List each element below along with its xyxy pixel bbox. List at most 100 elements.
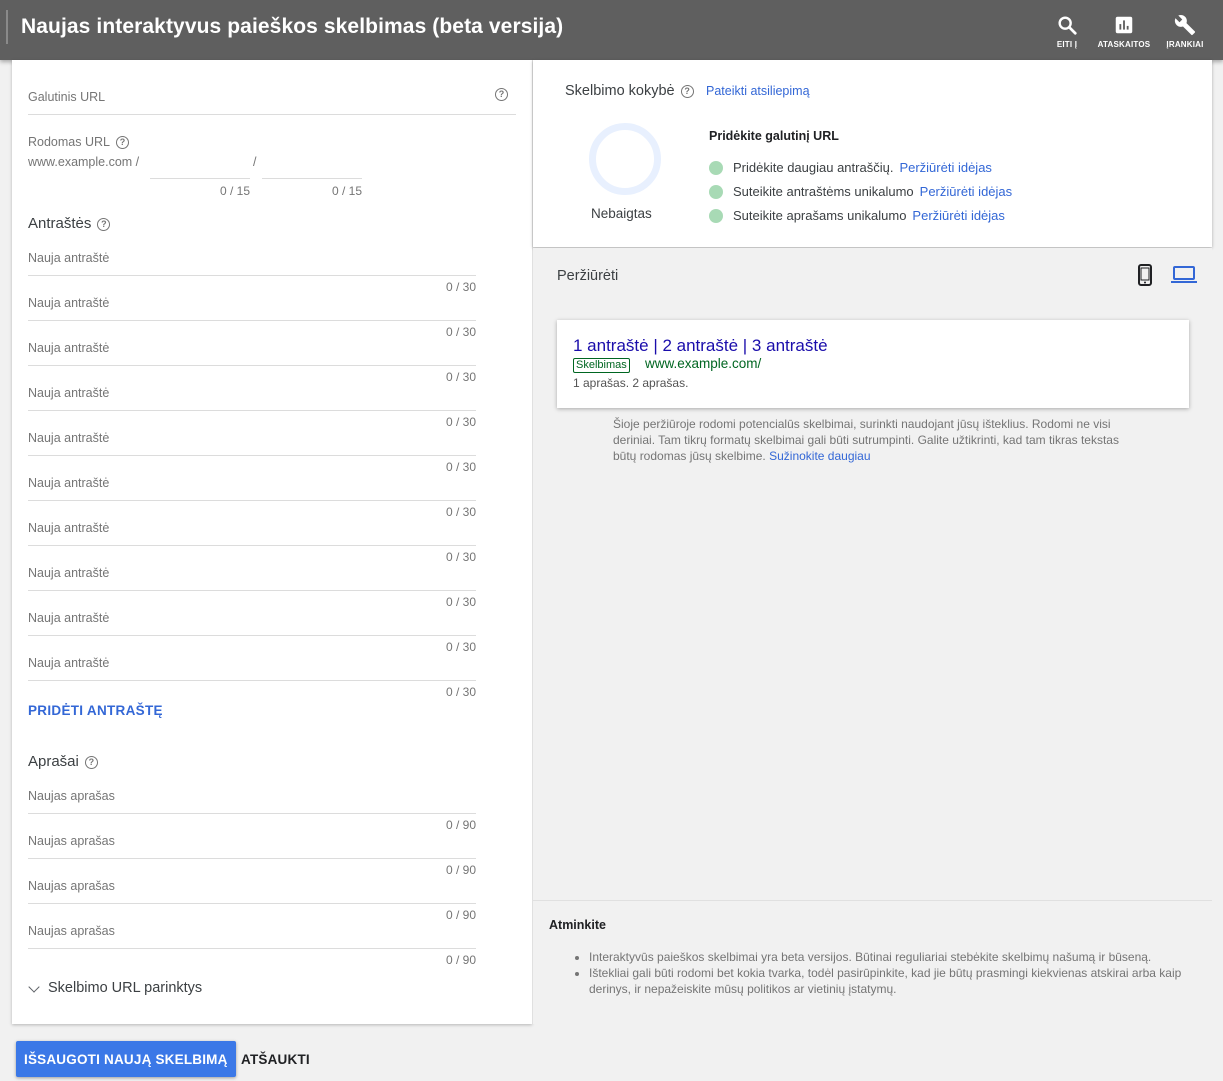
ad-quality-card: Skelbimo kokybė? Pateikti atsiliepimą Ne… [533, 60, 1212, 247]
remember-item: Interaktyvūs paieškos skelbimai yra beta… [589, 949, 1189, 965]
input-underline [28, 320, 476, 321]
quality-item-text: Suteikite aprašams unikalumo [733, 208, 907, 223]
final-url-underline [28, 114, 516, 115]
path1-counter: 0 / 15 [219, 184, 250, 198]
headline-input[interactable]: Nauja antraštė [28, 611, 109, 625]
quality-item: Suteikite aprašams unikalumo Peržiūrėti i… [709, 208, 1005, 223]
status-dot-icon [709, 161, 723, 175]
ad-quality-title: Skelbimo kokybė? [565, 83, 694, 99]
tools-button[interactable]: ĮRANKIAI [1155, 10, 1215, 54]
quality-status: Nebaigtas [591, 206, 652, 221]
quality-item-text: Suteikite antraštėms unikalumo [733, 184, 914, 199]
headline-input[interactable]: Nauja antraštė [28, 251, 109, 265]
input-underline [28, 275, 476, 276]
character-counter: 0 / 30 [445, 595, 476, 609]
input-underline [28, 500, 476, 501]
character-counter: 0 / 30 [445, 280, 476, 294]
remember-title: Atminkite [549, 918, 606, 932]
quality-item: Suteikite antraštėms unikalumo Peržiūrėti… [709, 184, 1012, 199]
description-input[interactable]: Naujas aprašas [28, 834, 115, 848]
view-ideas-link[interactable]: Peržiūrėti idėjas [899, 160, 992, 175]
status-dot-icon [709, 209, 723, 223]
display-url-label: Rodomas URL? [28, 135, 129, 149]
description-input[interactable]: Naujas aprašas [28, 879, 115, 893]
save-new-ad-button[interactable]: IŠSAUGOTI NAUJĄ SKELBIMĄ [16, 1041, 236, 1077]
character-counter: 0 / 30 [445, 415, 476, 429]
feedback-link[interactable]: Pateikti atsiliepimą [706, 84, 810, 98]
input-underline [28, 635, 476, 636]
headline-input[interactable]: Nauja antraštė [28, 476, 109, 490]
final-url-field[interactable]: Galutinis URL [28, 90, 105, 104]
input-underline [28, 903, 476, 904]
character-counter: 0 / 90 [445, 908, 476, 922]
path1-input[interactable] [150, 178, 250, 179]
add-headline-button[interactable]: PRIDĖTI ANTRAŠTĘ [28, 703, 163, 718]
character-counter: 0 / 30 [445, 685, 476, 699]
top-bar: Naujas interaktyvus paieškos skelbimas (… [0, 0, 1223, 60]
go-to-button[interactable]: EITI Į [1037, 10, 1097, 54]
laptop-icon[interactable] [1171, 266, 1197, 284]
cancel-button[interactable]: ATŠAUKTI [233, 1041, 318, 1077]
ad-form-panel: Galutinis URL ? Rodomas URL? www.example… [12, 60, 532, 1024]
path2-counter: 0 / 15 [331, 184, 362, 198]
headline-input[interactable]: Nauja antraštė [28, 431, 109, 445]
view-ideas-link[interactable]: Peržiūrėti idėjas [920, 184, 1013, 199]
character-counter: 0 / 90 [445, 953, 476, 967]
headline-input[interactable]: Nauja antraštė [28, 521, 109, 535]
headline-input[interactable]: Nauja antraštė [28, 566, 109, 580]
view-ideas-link[interactable]: Peržiūrėti idėjas [912, 208, 1005, 223]
headline-input[interactable]: Nauja antraštė [28, 296, 109, 310]
character-counter: 0 / 30 [445, 460, 476, 474]
ad-preview-headline[interactable]: 1 antraštė | 2 antraštė | 3 antraštė [573, 336, 828, 356]
character-counter: 0 / 30 [445, 550, 476, 564]
description-input[interactable]: Naujas aprašas [28, 924, 115, 938]
header-divider [6, 10, 8, 44]
description-input[interactable]: Naujas aprašas [28, 789, 115, 803]
character-counter: 0 / 30 [445, 640, 476, 654]
path-separator: / [253, 155, 257, 169]
headline-input[interactable]: Nauja antraštė [28, 656, 109, 670]
path2-input[interactable] [262, 178, 362, 179]
ad-preview-description: 1 aprašas. 2 aprašas. [573, 376, 689, 390]
input-underline [28, 410, 476, 411]
ad-url-options-label: Skelbimo URL parinktys [48, 980, 203, 996]
ad-url-options-toggle[interactable]: Skelbimo URL parinktys [28, 980, 202, 996]
display-url-help-icon[interactable]: ? [115, 136, 129, 149]
remember-list: Interaktyvūs paieškos skelbimai yra beta… [589, 949, 1189, 997]
learn-more-link[interactable]: Sužinokite daugiau [769, 449, 870, 463]
chevron-down-icon [28, 981, 40, 993]
ad-badge: Skelbimas [573, 358, 630, 373]
status-dot-icon [709, 185, 723, 199]
descriptions-title-text: Aprašai [28, 753, 79, 770]
search-icon [1058, 16, 1077, 35]
reports-icon [1115, 16, 1133, 34]
headline-input[interactable]: Nauja antraštė [28, 386, 109, 400]
display-url-prefix: www.example.com / [28, 155, 140, 169]
final-url-help-icon[interactable]: ? [495, 88, 508, 101]
quality-item-text: Pridėkite daugiau antraščių. [733, 160, 894, 175]
wrench-icon [1174, 15, 1196, 36]
input-underline [28, 545, 476, 546]
remember-item: Ištekliai gali būti rodomi bet kokia tva… [589, 965, 1189, 997]
remember-panel: Atminkite Interaktyvūs paieškos skelbima… [533, 900, 1212, 1024]
input-underline [28, 858, 476, 859]
ad-preview-url: www.example.com/ [645, 356, 762, 371]
preview-note: Šioje peržiūroje rodomi potencialūs skel… [613, 416, 1143, 464]
reports-label: ATASKAITOS [1097, 40, 1151, 49]
descriptions-help-icon[interactable]: ? [84, 756, 98, 769]
headline-input[interactable]: Nauja antraštė [28, 341, 109, 355]
input-underline [28, 948, 476, 949]
input-underline [28, 680, 476, 681]
ad-quality-title-text: Skelbimo kokybė [565, 83, 675, 99]
preview-area: Peržiūrėti 1 antraštė | 2 antraštė | 3 a… [533, 248, 1212, 900]
quality-ring-gauge [589, 123, 661, 195]
mobile-phone-icon[interactable] [1138, 264, 1152, 286]
reports-button[interactable]: ATASKAITOS [1094, 10, 1154, 54]
display-url-label-text: Rodomas URL [28, 135, 110, 149]
input-underline [28, 455, 476, 456]
headlines-title: Antraštės? [28, 215, 111, 232]
ad-quality-help-icon[interactable]: ? [680, 85, 694, 98]
input-underline [28, 365, 476, 366]
headlines-help-icon[interactable]: ? [97, 218, 111, 231]
page-title: Naujas interaktyvus paieškos skelbimas (… [21, 15, 564, 38]
